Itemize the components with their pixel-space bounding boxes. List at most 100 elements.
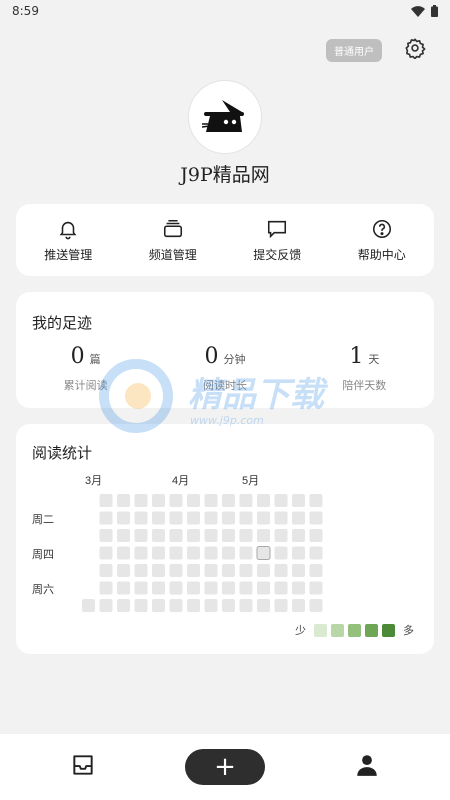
status-time: 8:59: [12, 4, 39, 18]
heatmap-cell: [99, 581, 113, 595]
month-label: 5月: [242, 475, 259, 487]
heatmap-cell: [292, 546, 305, 560]
stat-value: 0: [204, 344, 219, 369]
heatmap-cells: [82, 494, 323, 612]
site-name: J9P精品网: [180, 164, 270, 186]
push-management-button[interactable]: 推送管理: [16, 204, 121, 276]
heatmap-cell: [222, 564, 235, 577]
nav-profile-button[interactable]: [354, 752, 380, 782]
heatmap-cell: [239, 494, 253, 507]
heatmap-cell: [134, 599, 148, 612]
heatmap-cell: [187, 581, 200, 595]
wifi-icon: [411, 5, 425, 17]
heatmap-cell: [292, 529, 305, 542]
heatmap-cell: [292, 599, 305, 612]
heatmap-cell: [187, 511, 200, 525]
help-center-label: 帮助中心: [357, 247, 406, 262]
user-icon: [357, 755, 377, 776]
heatmap-cell: [187, 599, 200, 612]
heatmap-cell: [222, 511, 235, 525]
heatmap-cell: [257, 529, 270, 542]
stat-label: 陪伴天数: [342, 379, 387, 392]
header-actions: 普通用户: [0, 36, 450, 64]
avatar[interactable]: [188, 80, 262, 154]
legend-level-5: [382, 623, 395, 637]
heatmap-cell: [239, 529, 253, 542]
witch-cat-icon: [201, 100, 244, 132]
status-icons: [411, 5, 438, 17]
heatmap-cell: [152, 564, 165, 577]
heatmap-cell: [99, 546, 113, 560]
heatmap-cell: [169, 529, 183, 542]
heatmap-cell: [222, 581, 235, 595]
heatmap-cell: [169, 511, 183, 525]
footprint-card: 我的足迹 0篇 累计阅读 0 分钟 阅读时长 1天 陪伴天数: [16, 292, 434, 408]
settings-button[interactable]: [404, 37, 426, 63]
heatmap-cell: [187, 564, 200, 577]
heatmap-cell: [204, 511, 218, 525]
gear-icon: [405, 38, 426, 60]
stat-reading-time: 0 分钟 阅读时长: [155, 344, 294, 393]
channel-management-label: 频道管理: [148, 247, 197, 262]
footprint-stats: 0篇 累计阅读 0 分钟 阅读时长 1天 陪伴天数: [16, 344, 434, 393]
legend-level-3: [348, 623, 361, 637]
push-management-label: 推送管理: [44, 247, 93, 262]
heatmap-cell: [204, 546, 218, 560]
nav-inbox-button[interactable]: [70, 752, 96, 782]
weekday-label: 周六: [32, 583, 54, 596]
heatmap-cell: [169, 546, 183, 560]
help-center-button[interactable]: 帮助中心: [330, 204, 435, 276]
heatmap-cell: [204, 581, 218, 595]
heatmap-cell: [274, 581, 288, 595]
heatmap-cell: [257, 581, 270, 595]
heatmap-cell: [239, 581, 253, 595]
heatmap-cell: [99, 599, 113, 612]
heatmap-cell: [99, 564, 113, 577]
heatmap-cell: [239, 511, 253, 525]
heatmap-cell: [292, 511, 305, 525]
bottom-nav: +: [0, 734, 450, 800]
heatmap-cell: [117, 494, 130, 507]
inbox-icon: [73, 755, 93, 775]
help-icon: [372, 219, 391, 238]
quick-actions-card: 推送管理 频道管理 提交反馈 帮助中心: [16, 204, 434, 276]
heatmap-cell: [274, 599, 288, 612]
heatmap-legend: 少 多: [295, 622, 414, 638]
heatmap-cell: [99, 511, 113, 525]
heatmap-cell: [257, 494, 270, 507]
heatmap-cell: [204, 564, 218, 577]
heatmap-cell: [204, 529, 218, 542]
heatmap-cell: [274, 511, 288, 525]
channel-management-button[interactable]: 频道管理: [121, 204, 226, 276]
stat-value: 1: [349, 344, 364, 369]
heatmap-cell-today: [256, 546, 271, 560]
heatmap-cell: [309, 494, 323, 507]
heatmap-cell: [309, 511, 323, 525]
heatmap-cell: [134, 564, 148, 577]
month-label: 4月: [172, 475, 189, 487]
heatmap-cell: [134, 511, 148, 525]
legend-level-2: [331, 623, 344, 637]
heatmap-cell: [239, 546, 253, 560]
heatmap-cell: [152, 546, 165, 560]
stat-total-read: 0篇 累计阅读: [16, 344, 155, 393]
heatmap-cell: [257, 511, 270, 525]
heatmap-cell: [134, 529, 148, 542]
stat-label: 累计阅读: [63, 379, 108, 392]
heatmap-cell: [152, 494, 165, 507]
heatmap-cell: [309, 599, 323, 612]
heatmap-cell: [99, 494, 113, 507]
stat-value: 0: [70, 344, 85, 369]
legend-level-1: [314, 623, 327, 637]
heatmap-cell: [292, 581, 305, 595]
heatmap-cell: [274, 529, 288, 542]
legend-level-4: [365, 623, 378, 637]
heatmap-cell: [274, 494, 288, 507]
heatmap-cell: [169, 494, 183, 507]
battery-icon: [431, 5, 438, 17]
heatmap-cell: [257, 599, 270, 612]
user-level-badge: 普通用户: [326, 38, 382, 62]
add-button[interactable]: +: [185, 749, 265, 785]
submit-feedback-button[interactable]: 提交反馈: [225, 204, 330, 276]
heatmap-cell: [274, 564, 288, 577]
